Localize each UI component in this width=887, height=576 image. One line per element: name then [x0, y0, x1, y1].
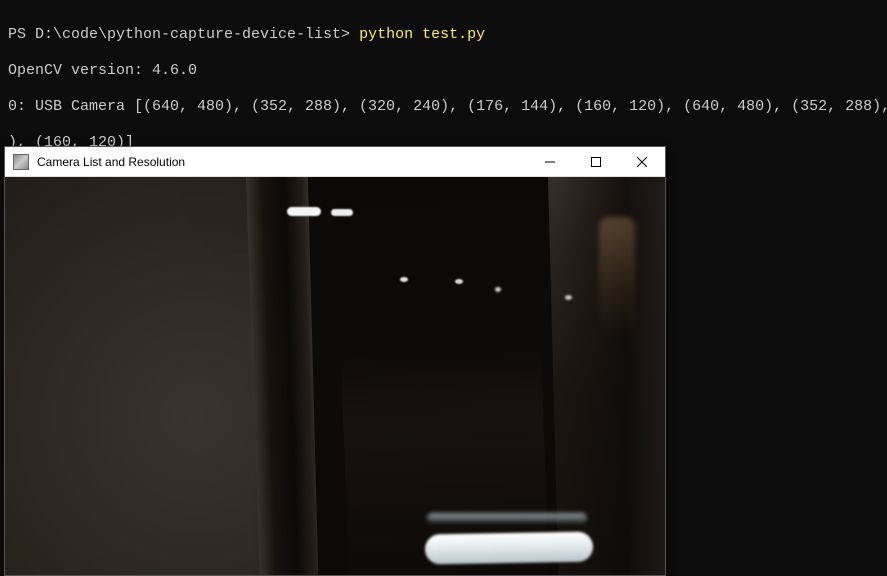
camera-window: Camera List and Resolution — [4, 146, 666, 576]
camera-image-highlight — [565, 295, 572, 300]
minimize-icon — [545, 157, 555, 167]
camera-image-highlight — [331, 209, 353, 216]
window-titlebar[interactable]: Camera List and Resolution — [5, 147, 665, 177]
prompt-command: python test.py — [359, 26, 485, 43]
output-camera-0: 0: USB Camera [(640, 480), (352, 288), (… — [8, 98, 879, 116]
app-icon — [13, 154, 29, 170]
camera-image-highlight — [495, 287, 501, 292]
prompt-path: PS D:\code\python-capture-device-list> — [8, 26, 359, 43]
window-title: Camera List and Resolution — [37, 153, 527, 171]
close-button[interactable] — [619, 147, 665, 177]
camera-image-highlight — [425, 532, 593, 565]
camera-image-highlight — [287, 207, 321, 216]
camera-image-highlight — [427, 513, 587, 523]
maximize-button[interactable] — [573, 147, 619, 177]
camera-image-highlight — [455, 279, 463, 284]
output-opencv-version: OpenCV version: 4.6.0 — [8, 62, 879, 80]
camera-image-shape — [599, 217, 635, 337]
maximize-icon — [591, 157, 601, 167]
camera-preview — [5, 177, 665, 575]
minimize-button[interactable] — [527, 147, 573, 177]
close-icon — [637, 157, 647, 167]
window-controls — [527, 147, 665, 176]
camera-image-highlight — [400, 277, 408, 282]
